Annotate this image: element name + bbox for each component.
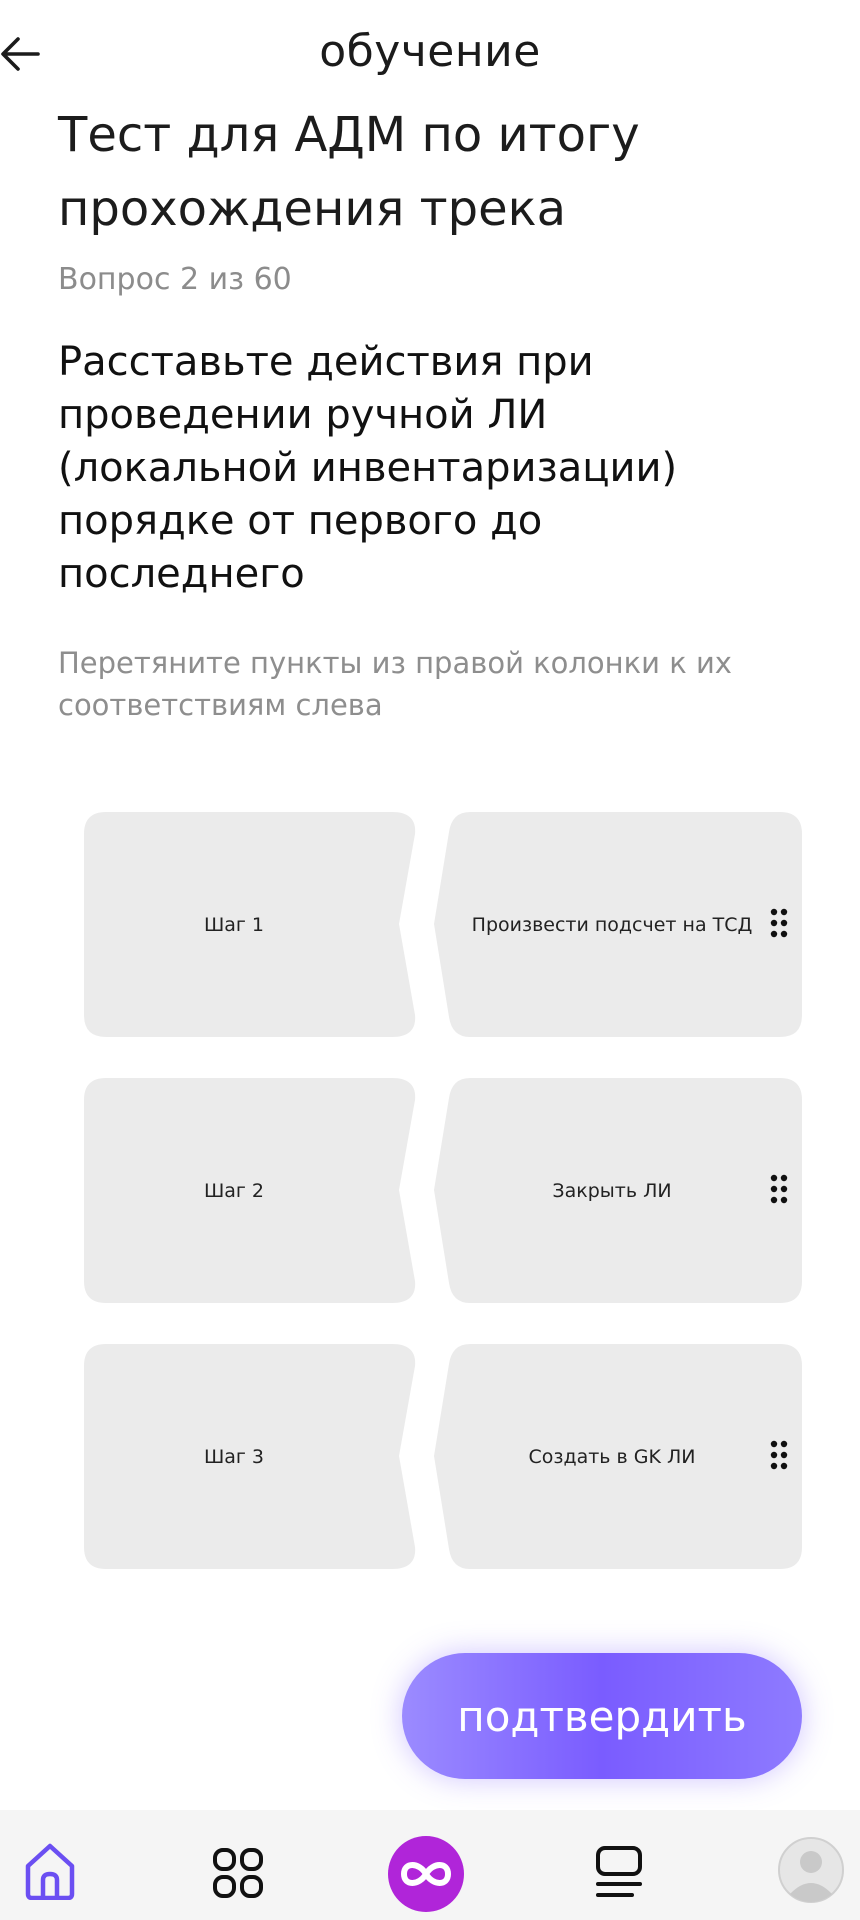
- nav-item-center[interactable]: [386, 1834, 466, 1912]
- home-icon: [25, 1843, 75, 1900]
- step-slot-2[interactable]: Шаг 2: [84, 1078, 417, 1303]
- top-bar: обучение: [0, 0, 860, 110]
- header-title: обучение: [319, 26, 541, 77]
- answer-item-3[interactable]: Создать в GK ЛИ: [432, 1344, 802, 1569]
- answer-label: Закрыть ЛИ: [552, 1179, 672, 1202]
- grid-icon: [213, 1848, 263, 1898]
- list-icon: [596, 1846, 642, 1897]
- infinity-icon: [388, 1836, 464, 1912]
- step-slot-1[interactable]: Шаг 1: [84, 812, 417, 1037]
- nav-item-tasks[interactable]: [590, 1840, 650, 1910]
- step-label: Шаг 2: [203, 1179, 265, 1202]
- step-label: Шаг 1: [203, 913, 265, 936]
- question-counter: Вопрос 2 из 60: [58, 262, 292, 297]
- step-label: Шаг 3: [203, 1445, 265, 1468]
- nav-item-home[interactable]: [20, 1840, 80, 1910]
- answer-label: Произвести подсчет на ТСД: [471, 913, 753, 936]
- instruction-hint: Перетяните пункты из правой колонки к их…: [58, 646, 732, 722]
- question-text: Расставьте действия при проведении ручно…: [58, 339, 678, 597]
- bottom-nav: [0, 1810, 860, 1920]
- nav-item-profile[interactable]: [778, 1834, 844, 1904]
- test-title: Тест для АДМ по итогу прохождения трека: [58, 107, 640, 237]
- answer-label: Создать в GK ЛИ: [528, 1445, 696, 1468]
- answer-item-2[interactable]: Закрыть ЛИ: [432, 1078, 802, 1303]
- avatar-icon: [778, 1837, 844, 1903]
- confirm-button[interactable]: подтвердить: [402, 1653, 802, 1779]
- learning-test-screen: Тест для АДМ по итогу прохождения трека …: [0, 0, 860, 1920]
- nav-item-catalog[interactable]: [208, 1840, 268, 1910]
- drag-handle-icon[interactable]: [770, 908, 788, 938]
- answer-item-1[interactable]: Произвести подсчет на ТСД: [432, 812, 802, 1037]
- step-slot-3[interactable]: Шаг 3: [84, 1344, 417, 1569]
- drag-handle-icon[interactable]: [770, 1174, 788, 1204]
- drag-handle-icon[interactable]: [770, 1440, 788, 1470]
